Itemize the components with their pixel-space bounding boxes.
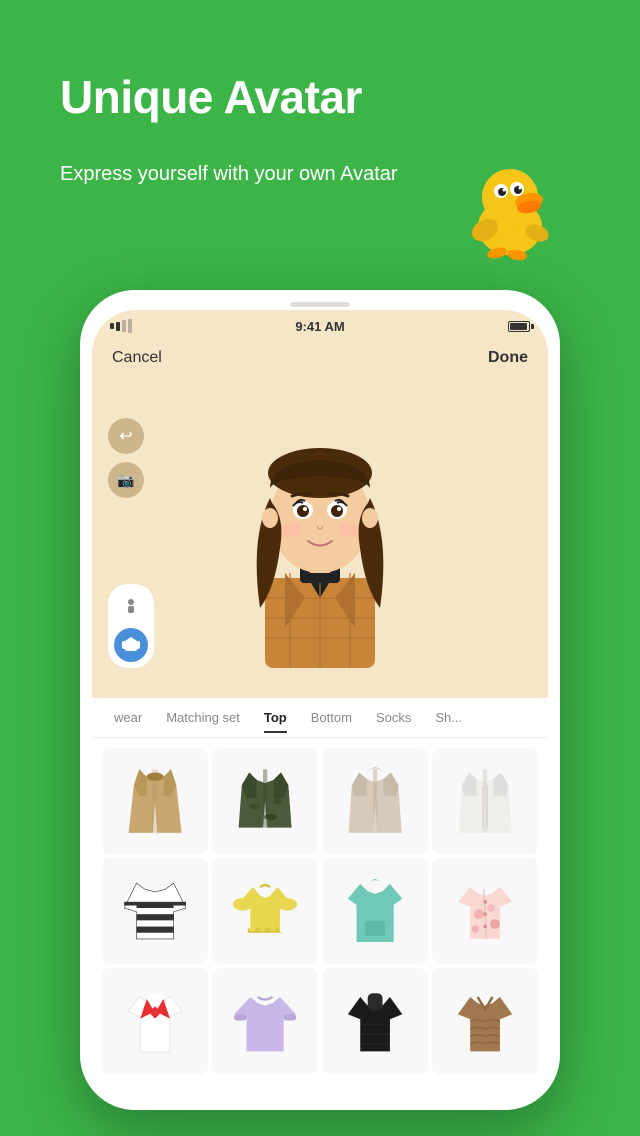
done-button[interactable]: Done bbox=[488, 349, 528, 367]
clothing-item-11[interactable] bbox=[322, 968, 428, 1074]
top-view[interactable] bbox=[114, 628, 148, 662]
clothing-item-3[interactable] bbox=[322, 748, 428, 854]
signal-bar-2 bbox=[116, 322, 120, 331]
clothing-item-9[interactable] bbox=[102, 968, 208, 1074]
hero-title: Unique Avatar bbox=[60, 70, 362, 124]
phone-bottom-section: wear Matching set Top Bottom Socks Sh... bbox=[92, 698, 548, 1084]
cancel-button[interactable]: Cancel bbox=[112, 349, 162, 367]
clothing-item-2[interactable] bbox=[212, 748, 318, 854]
camera-button[interactable]: 📷 bbox=[108, 462, 144, 498]
signal-bar-3 bbox=[122, 320, 126, 332]
clothing-item-8[interactable] bbox=[432, 858, 538, 964]
phone-screen: 9:41 AM Cancel Done ↩ 📷 bbox=[92, 310, 548, 1098]
clothing-item-6[interactable] bbox=[212, 858, 318, 964]
status-bar: 9:41 AM bbox=[92, 310, 548, 338]
phone-notch bbox=[290, 302, 350, 307]
tab-bottom[interactable]: Bottom bbox=[299, 702, 364, 733]
undo-button[interactable]: ↩ bbox=[108, 418, 144, 454]
tab-shoes[interactable]: Sh... bbox=[423, 702, 474, 733]
tab-socks[interactable]: Socks bbox=[364, 702, 423, 733]
phone-frame: 9:41 AM Cancel Done ↩ 📷 bbox=[80, 290, 560, 1110]
clothing-item-7[interactable] bbox=[322, 858, 428, 964]
app-header: Cancel Done bbox=[92, 338, 548, 378]
avatar-character bbox=[220, 388, 420, 688]
signal-indicator bbox=[110, 319, 132, 333]
full-body-view[interactable] bbox=[114, 590, 148, 624]
clothing-item-10[interactable] bbox=[212, 968, 318, 1074]
duck-mascot bbox=[455, 155, 565, 265]
category-tabs: wear Matching set Top Bottom Socks Sh... bbox=[92, 698, 548, 738]
clothing-grid bbox=[92, 738, 548, 1084]
tab-top[interactable]: Top bbox=[252, 702, 299, 733]
avatar-view-pills bbox=[108, 584, 154, 668]
tab-matching-set[interactable]: Matching set bbox=[154, 702, 252, 733]
tab-outwear[interactable]: wear bbox=[102, 702, 154, 733]
status-time: 9:41 AM bbox=[295, 319, 344, 334]
clothing-item-4[interactable] bbox=[432, 748, 538, 854]
hero-subtitle: Express yourself with your own Avatar bbox=[60, 160, 398, 188]
clothing-item-1[interactable] bbox=[102, 748, 208, 854]
battery-icon bbox=[508, 321, 530, 332]
avatar-preview-area: ↩ 📷 bbox=[92, 378, 548, 698]
signal-bar-4 bbox=[128, 319, 132, 333]
battery-indicator bbox=[508, 321, 530, 332]
battery-fill bbox=[510, 323, 527, 330]
clothing-item-5[interactable] bbox=[102, 858, 208, 964]
side-tools: ↩ 📷 bbox=[108, 418, 144, 498]
clothing-item-12[interactable] bbox=[432, 968, 538, 1074]
signal-bar-1 bbox=[110, 323, 114, 329]
